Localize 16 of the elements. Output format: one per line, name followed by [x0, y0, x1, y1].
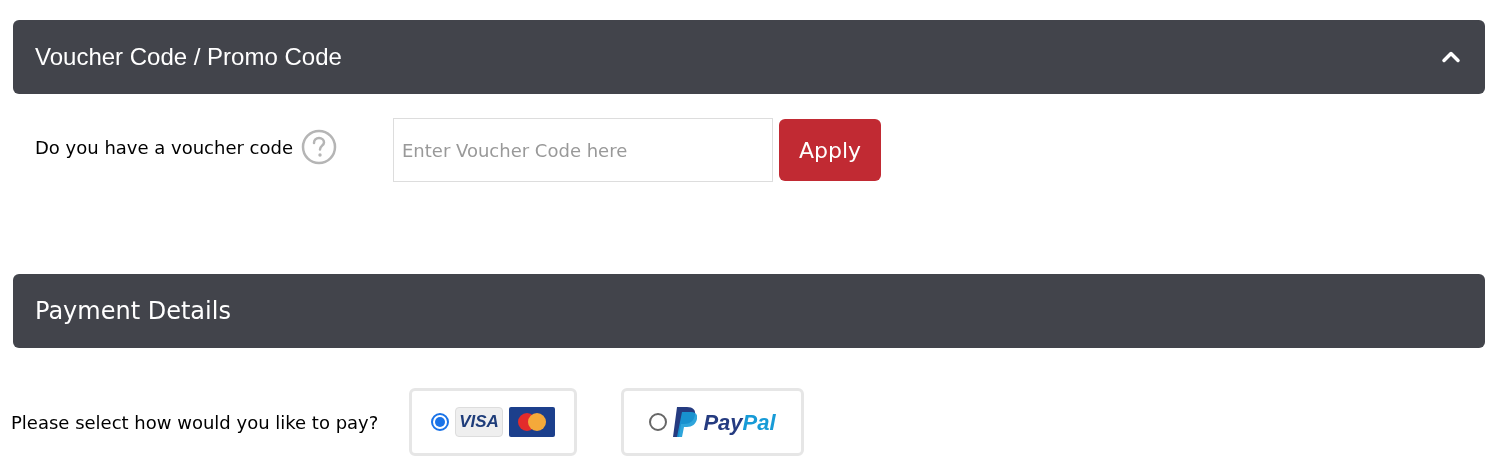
- payment-option[interactable]: PayPal: [621, 388, 804, 456]
- paypal-icon: [673, 407, 698, 437]
- radio-button[interactable]: [431, 413, 449, 431]
- paypal-logo: PayPal: [703, 408, 776, 437]
- payment-option[interactable]: VISA: [409, 388, 577, 456]
- visa-logo: VISA: [455, 407, 503, 437]
- voucher-label: Do you have a voucher code: [35, 135, 293, 160]
- section-title: Voucher Code / Promo Code: [35, 42, 342, 72]
- apply-button[interactable]: Apply: [779, 119, 881, 181]
- voucher-code-field[interactable]: Enter Voucher Code here: [393, 118, 773, 182]
- radio-button[interactable]: [649, 413, 668, 431]
- section-header[interactable]: Payment Details: [13, 274, 1485, 348]
- card-logo-icon: [509, 407, 555, 437]
- section-header[interactable]: Voucher Code / Promo Code: [13, 20, 1485, 94]
- payment-prompt: Please select how would you like to pay?: [11, 410, 380, 435]
- section-title: Payment Details: [35, 296, 231, 327]
